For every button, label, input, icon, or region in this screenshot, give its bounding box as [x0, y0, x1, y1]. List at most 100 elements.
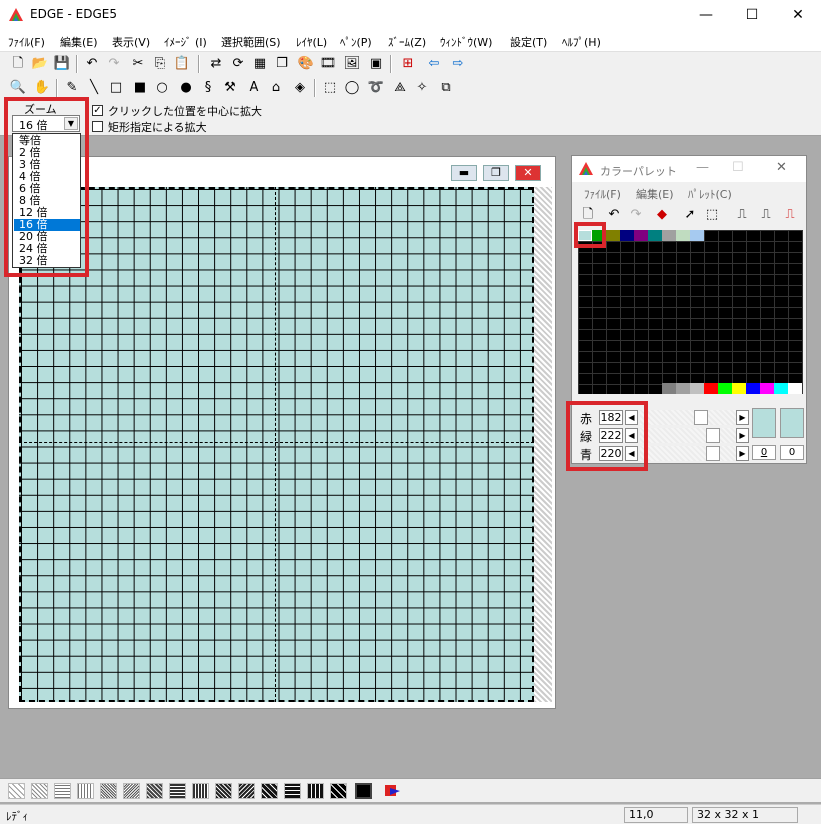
pattern-swatch-solid[interactable] [355, 783, 372, 799]
pixel-canvas[interactable] [19, 187, 534, 702]
green-increase-button[interactable]: ▶ [736, 428, 749, 443]
palette-titlebar[interactable]: カラーパレット — ☐ ✕ [572, 156, 806, 182]
center-zoom-checkbox[interactable]: ✓ [92, 105, 103, 116]
mdi-close-button[interactable]: ✕ [515, 165, 541, 181]
open-folder-icon[interactable]: 📂 [30, 55, 50, 73]
bucket-icon[interactable]: ⌂ [266, 79, 286, 97]
palette-pick-icon[interactable]: ➚ [680, 206, 700, 224]
rect-zoom-checkbox[interactable] [92, 121, 103, 132]
palette-gradient-icon[interactable]: ⎍ [732, 206, 752, 224]
palette-undo-icon[interactable]: ↶ [604, 206, 624, 224]
flip-icon[interactable]: ⇄ [206, 55, 226, 73]
palette-cell[interactable] [704, 383, 718, 394]
pattern-swatch[interactable] [77, 783, 94, 799]
pattern-swap-icon[interactable] [384, 783, 401, 799]
palette-maximize-button[interactable]: ☐ [732, 160, 744, 175]
green-slider-thumb[interactable] [706, 428, 720, 443]
pattern-swatch[interactable] [169, 783, 186, 799]
paste-icon[interactable]: 📋 [172, 55, 192, 73]
filled-ellipse-icon[interactable]: ● [176, 79, 196, 97]
palette-menu-file[interactable]: ﾌｧｲﾙ(F) [584, 186, 621, 202]
pattern-swatch[interactable] [31, 783, 48, 799]
diamond-icon[interactable]: ◈ [290, 79, 310, 97]
mdi-restore-button[interactable]: ❐ [483, 165, 509, 181]
next-icon[interactable]: ⇨ [448, 55, 468, 73]
rectangle-icon[interactable]: □ [106, 79, 126, 97]
palette-cell[interactable] [648, 230, 662, 241]
palette-cell[interactable] [718, 383, 732, 394]
palette-menu-edit[interactable]: 編集(E) [636, 186, 674, 202]
save-icon[interactable]: 💾 [52, 55, 72, 73]
green-slider[interactable] [640, 428, 736, 443]
palette-cell[interactable] [732, 383, 746, 394]
foreground-color-swatch[interactable] [752, 408, 776, 438]
palette-menu-palette[interactable]: ﾊﾟﾚｯﾄ(C) [688, 186, 732, 202]
pattern-swatch[interactable] [238, 783, 255, 799]
polygon-select-icon[interactable]: ⟁ [390, 79, 410, 97]
magic-select-icon[interactable]: ✧ [412, 79, 432, 97]
rotate-icon[interactable]: ⟳ [228, 55, 248, 73]
copy-icon[interactable]: ⎘ [150, 55, 170, 73]
palette-cell[interactable] [676, 230, 690, 241]
palette-cell[interactable] [690, 383, 704, 394]
palette-cell[interactable] [788, 383, 802, 394]
palette-cell[interactable] [662, 230, 676, 241]
blue-slider[interactable] [640, 446, 736, 461]
menu-window[interactable]: ｳｨﾝﾄﾞｳ(W) [440, 34, 492, 50]
curve-icon[interactable]: § [198, 79, 218, 97]
ellipse-icon[interactable]: ○ [152, 79, 172, 97]
palette-cell[interactable] [662, 383, 676, 394]
palette-cell[interactable] [606, 230, 620, 241]
red-increase-button[interactable]: ▶ [736, 410, 749, 425]
pattern-swatch[interactable] [123, 783, 140, 799]
menu-layer[interactable]: ﾚｲﾔ(L) [296, 34, 327, 50]
cut-icon[interactable]: ✂ [128, 55, 148, 73]
blue-increase-button[interactable]: ▶ [736, 446, 749, 461]
palette-cell[interactable] [620, 230, 634, 241]
palette-close-button[interactable]: ✕ [776, 160, 787, 175]
layer-icon[interactable]: ❐ [272, 55, 292, 73]
palette-cell[interactable] [746, 383, 760, 394]
pattern-swatch[interactable] [192, 783, 209, 799]
hand-icon[interactable]: ✋ [32, 79, 52, 97]
menu-view[interactable]: 表示(V) [112, 34, 150, 50]
grid-icon[interactable]: ⊞ [398, 55, 418, 73]
palette-minimize-button[interactable]: — [696, 160, 709, 175]
pattern-swatch[interactable] [215, 783, 232, 799]
menu-zoom[interactable]: ｽﾞｰﾑ(Z) [388, 34, 426, 50]
redo-icon[interactable]: ↷ [104, 55, 124, 73]
rect-select-icon[interactable]: ⬚ [320, 79, 340, 97]
undo-icon[interactable]: ↶ [82, 55, 102, 73]
pattern-swatch[interactable] [100, 783, 117, 799]
pattern-swatch[interactable] [261, 783, 278, 799]
palette-cell[interactable] [760, 383, 774, 394]
pattern-swatch[interactable] [54, 783, 71, 799]
move-select-icon[interactable]: ⧉ [436, 79, 456, 97]
magnifier-icon[interactable]: 🔍 [8, 79, 28, 97]
pattern-swatch[interactable] [146, 783, 163, 799]
background-color-swatch[interactable] [780, 408, 804, 438]
lasso-icon[interactable]: ➰ [366, 79, 386, 97]
palette-color-grid[interactable] [578, 230, 803, 394]
menu-edit[interactable]: 編集(E) [60, 34, 98, 50]
palette-icon[interactable]: 🎨 [296, 55, 316, 73]
red-slider-thumb[interactable] [694, 410, 708, 425]
palette-cell[interactable] [676, 383, 690, 394]
palette-cell[interactable] [774, 383, 788, 394]
palette-cell[interactable] [690, 230, 704, 241]
pattern-swatch[interactable] [284, 783, 301, 799]
menu-help[interactable]: ﾍﾙﾌﾟ(H) [562, 34, 601, 50]
title-bar[interactable]: EDGE - EDGE5 — ☐ ✕ [0, 0, 821, 30]
red-slider[interactable] [640, 410, 736, 425]
resize-icon[interactable]: ▦ [250, 55, 270, 73]
close-button[interactable]: ✕ [775, 0, 821, 30]
palette-gradient2-icon[interactable]: ⎍ [756, 206, 776, 224]
menu-pen[interactable]: ﾍﾟﾝ(P) [340, 34, 372, 50]
palette-redo-icon[interactable]: ↷ [626, 206, 646, 224]
palette-select-icon[interactable]: ⬚ [702, 206, 722, 224]
menu-file[interactable]: ﾌｧｲﾙ(F) [8, 34, 45, 50]
filled-rectangle-icon[interactable]: ■ [130, 79, 150, 97]
ellipse-select-icon[interactable]: ◯ [342, 79, 362, 97]
palette-cell[interactable] [634, 230, 648, 241]
pattern-swatch[interactable] [307, 783, 324, 799]
